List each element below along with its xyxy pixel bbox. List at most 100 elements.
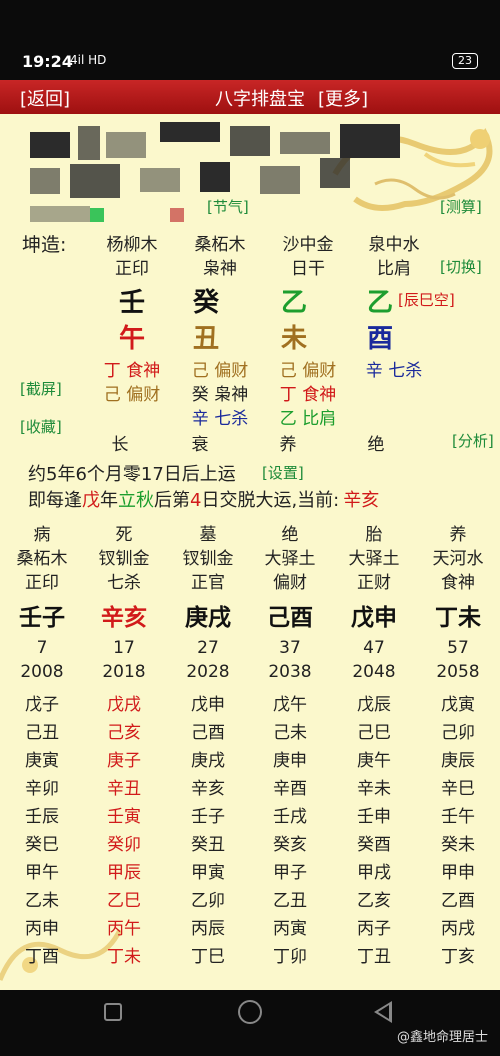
liunian-cell[interactable]: 甲寅 xyxy=(166,858,250,883)
liunian-cell[interactable]: 戊午 xyxy=(248,690,332,715)
liunian-cell[interactable]: 丙戌 xyxy=(416,914,500,939)
pillar-branch: 未 xyxy=(280,324,307,354)
liunian-cell[interactable]: 己巳 xyxy=(332,718,416,743)
liunian-cell[interactable]: 癸亥 xyxy=(248,830,332,855)
pillar-stem: 乙 xyxy=(366,288,393,318)
liunian-cell[interactable]: 甲申 xyxy=(416,858,500,883)
home-icon[interactable] xyxy=(238,1000,262,1024)
liunian-cell[interactable]: 辛未 xyxy=(332,774,416,799)
liunian-cell[interactable]: 丙午 xyxy=(82,914,166,939)
liunian-cell[interactable]: 丙辰 xyxy=(166,914,250,939)
liunian-cell[interactable]: 己卯 xyxy=(416,718,500,743)
liunian-cell[interactable]: 丙子 xyxy=(332,914,416,939)
liunian-cell[interactable]: 壬子 xyxy=(166,802,250,827)
liunian-cell[interactable]: 乙丑 xyxy=(248,886,332,911)
back-icon[interactable] xyxy=(374,1001,392,1023)
dayun-god-row: 正印 七杀 正官 偏财 正财 食神 xyxy=(25,573,475,593)
liunian-cell[interactable]: 丙申 xyxy=(0,914,84,939)
liunian-cell[interactable]: 庚戌 xyxy=(166,746,250,771)
liunian-cell[interactable]: 癸卯 xyxy=(82,830,166,855)
status-bar: 19:24 4il HD 23 xyxy=(0,0,500,80)
liunian-cell[interactable]: 戊寅 xyxy=(416,690,500,715)
liunian-cell[interactable]: 辛亥 xyxy=(166,774,250,799)
liunian-row: 丁酉 丁未 丁巳 丁卯 丁丑 丁亥 xyxy=(0,942,500,968)
hidden-stem: 己 偏财 xyxy=(103,385,161,405)
liunian-cell[interactable]: 乙未 xyxy=(0,886,84,911)
liunian-row: 辛卯 辛丑 辛亥 辛酉 辛未 辛巳 xyxy=(0,774,500,800)
liunian-cell[interactable]: 甲子 xyxy=(248,858,332,883)
pillar-stem: 癸 xyxy=(192,288,219,318)
qiehuan-link[interactable]: [切换] xyxy=(440,256,482,277)
liunian-cell[interactable]: 庚午 xyxy=(332,746,416,771)
shoucang-link[interactable]: [收藏] xyxy=(20,416,62,437)
liunian-cell[interactable]: 壬午 xyxy=(416,802,500,827)
liunian-cell[interactable]: 癸未 xyxy=(416,830,500,855)
liunian-cell[interactable]: 壬戌 xyxy=(248,802,332,827)
liunian-cell[interactable]: 丁巳 xyxy=(166,942,250,967)
pillar-branch: 酉 xyxy=(366,324,393,354)
liunian-cell[interactable]: 乙亥 xyxy=(332,886,416,911)
liunian-cell[interactable]: 乙巳 xyxy=(82,886,166,911)
dayun-ganzhi[interactable]: 戊申 xyxy=(332,598,416,632)
liunian-cell[interactable]: 戊戌 xyxy=(82,690,166,715)
recent-apps-icon[interactable] xyxy=(104,1003,122,1021)
liunian-cell[interactable]: 丁卯 xyxy=(248,942,332,967)
liunian-cell[interactable]: 丙寅 xyxy=(248,914,332,939)
liunian-cell[interactable]: 癸丑 xyxy=(166,830,250,855)
liunian-cell[interactable]: 辛丑 xyxy=(82,774,166,799)
liunian-cell[interactable]: 己亥 xyxy=(82,718,166,743)
liunian-cell[interactable]: 壬辰 xyxy=(0,802,84,827)
liunian-cell[interactable]: 己丑 xyxy=(0,718,84,743)
liunian-cell[interactable]: 己酉 xyxy=(166,718,250,743)
system-nav-bar: @鑫地命理居士 xyxy=(0,990,500,1056)
liunian-cell[interactable]: 丁亥 xyxy=(416,942,500,967)
liunian-cell[interactable]: 庚申 xyxy=(248,746,332,771)
dayun-ganzhi[interactable]: 丁未 xyxy=(416,598,500,632)
liunian-cell[interactable]: 庚寅 xyxy=(0,746,84,771)
liunian-cell[interactable]: 辛巳 xyxy=(416,774,500,799)
liunian-cell[interactable]: 己未 xyxy=(248,718,332,743)
liunian-cell[interactable]: 辛酉 xyxy=(248,774,332,799)
cesuan-link[interactable]: [测算] xyxy=(440,196,482,217)
dayun-ganzhi[interactable]: 庚戌 xyxy=(166,598,250,632)
liunian-cell[interactable]: 癸巳 xyxy=(0,830,84,855)
dayun-ganzhi-current[interactable]: 辛亥 xyxy=(82,598,166,632)
liunian-cell[interactable]: 乙卯 xyxy=(166,886,250,911)
liunian-cell[interactable]: 甲戌 xyxy=(332,858,416,883)
page-title: 八字排盘宝 xyxy=(215,89,305,110)
hidden-stem: 乙 比肩 xyxy=(279,409,337,429)
liunian-cell[interactable]: 庚辰 xyxy=(416,746,500,771)
liunian-cell[interactable]: 壬寅 xyxy=(82,802,166,827)
pillar-god: 正印 xyxy=(115,259,149,279)
yun-start-text: 约5年6个月零17日后上运 xyxy=(28,464,236,485)
liunian-cell[interactable]: 甲辰 xyxy=(82,858,166,883)
liunian-cell[interactable]: 丁酉 xyxy=(0,942,84,967)
liunian-cell[interactable]: 戊辰 xyxy=(332,690,416,715)
fenxi-link[interactable]: [分析] xyxy=(452,430,494,451)
hidden-stem: 癸 枭神 xyxy=(191,385,249,405)
liunian-cell[interactable]: 辛卯 xyxy=(0,774,84,799)
jieqi-link[interactable]: [节气] xyxy=(207,196,249,217)
liunian-cell[interactable]: 戊子 xyxy=(0,690,84,715)
pillar-nayin: 桑柘木 xyxy=(194,235,246,255)
battery-icon: 23 xyxy=(452,53,478,69)
liunian-cell[interactable]: 丁未 xyxy=(82,942,166,967)
liunian-cell[interactable]: 庚子 xyxy=(82,746,166,771)
liunian-cell[interactable]: 戊申 xyxy=(166,690,250,715)
gender-label: 坤造: xyxy=(22,234,67,256)
liunian-cell[interactable]: 甲午 xyxy=(0,858,84,883)
dayun-ganzhi[interactable]: 壬子 xyxy=(0,598,84,632)
dayun-ganzhi[interactable]: 己酉 xyxy=(248,598,332,632)
jieping-link[interactable]: [截屏] xyxy=(20,378,62,399)
hidden-stem: 己 偏财 xyxy=(279,361,337,381)
pillar-branch: 午 xyxy=(118,324,145,354)
shezhi-link[interactable]: [设置] xyxy=(262,462,304,483)
liunian-cell[interactable]: 癸酉 xyxy=(332,830,416,855)
more-button[interactable]: [更多] xyxy=(318,85,368,111)
liunian-cell[interactable]: 乙酉 xyxy=(416,886,500,911)
dayun-year-row: 2008 2018 2028 2038 2048 2058 xyxy=(20,662,480,682)
liunian-cell[interactable]: 丁丑 xyxy=(332,942,416,967)
liunian-cell[interactable]: 壬申 xyxy=(332,802,416,827)
pillar-stem: 乙 xyxy=(280,288,307,318)
pillar-stage: 长 xyxy=(111,435,129,455)
